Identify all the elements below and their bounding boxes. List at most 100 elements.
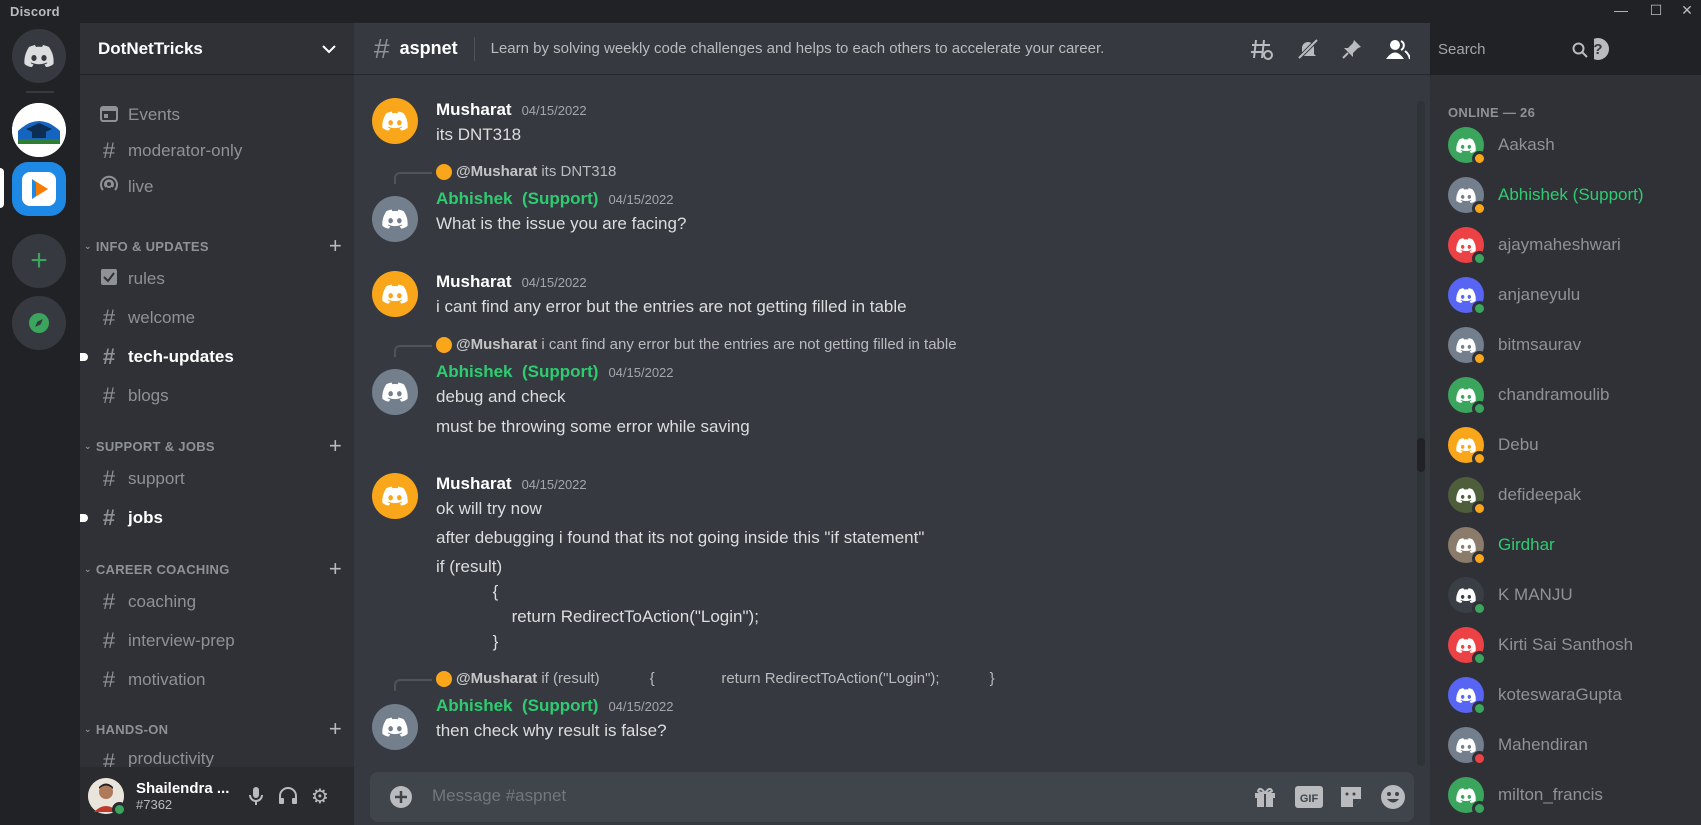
deafen-button[interactable] <box>272 780 304 812</box>
category-support-jobs[interactable]: ⌄ SUPPORT & JOBS + <box>84 433 346 459</box>
member-item[interactable]: ajaymaheshwari <box>1448 225 1688 266</box>
notification-settings-button[interactable] <box>1294 35 1322 63</box>
explore-servers-button[interactable] <box>12 296 66 350</box>
channel-topic[interactable]: Learn by solving weekly code challenges … <box>491 40 1105 57</box>
author-name[interactable]: Musharat <box>436 100 512 119</box>
close-icon[interactable]: ✕ <box>1674 2 1700 19</box>
channel-coaching[interactable]: # coaching <box>88 585 346 619</box>
add-channel-icon[interactable]: + <box>329 233 342 259</box>
message-input[interactable]: Message #aspnet <box>432 786 566 806</box>
channel-events[interactable]: Events <box>88 98 346 132</box>
message-author[interactable]: Musharat 04/15/2022 <box>436 474 587 494</box>
category-info-updates[interactable]: ⌄ INFO & UPDATES + <box>84 233 346 259</box>
member-item[interactable]: Kirti Sai Santhosh <box>1448 625 1688 666</box>
avatar[interactable] <box>372 271 418 317</box>
member-item[interactable]: bitmsaurav <box>1448 325 1688 366</box>
gif-button[interactable]: GIF <box>1294 782 1324 812</box>
channel-motivation[interactable]: # motivation <box>88 663 346 697</box>
author-name[interactable]: Abhishek (Support) <box>436 696 598 715</box>
channel-jobs[interactable]: # jobs <box>80 501 346 535</box>
avatar[interactable] <box>372 704 418 750</box>
member-list-button[interactable] <box>1384 35 1412 63</box>
author-name[interactable]: Abhishek (Support) <box>436 189 598 208</box>
message-list: Musharat 04/15/2022 its DNT318 @Musharat i… <box>354 76 1430 771</box>
reply-spine <box>394 679 432 691</box>
home-button[interactable] <box>12 29 66 83</box>
discord-logo-icon <box>1456 587 1476 603</box>
author-name[interactable]: Abhishek (Support) <box>436 362 598 381</box>
idle-status-icon <box>1472 551 1487 566</box>
maximize-icon[interactable]: ☐ <box>1643 2 1669 19</box>
idle-status-icon <box>1472 451 1487 466</box>
message-author[interactable]: Abhishek (Support) 04/15/2022 <box>436 696 674 716</box>
author-name[interactable]: Musharat <box>436 474 512 493</box>
search-input[interactable]: Search <box>1430 36 1594 64</box>
hash-icon: # <box>102 628 116 653</box>
avatar[interactable] <box>372 98 418 144</box>
chat-scrollbar[interactable] <box>1417 101 1425 766</box>
member-item[interactable]: Girdhar <box>1448 525 1688 566</box>
sticker-button[interactable] <box>1336 782 1366 812</box>
message-author[interactable]: Abhishek (Support) 04/15/2022 <box>436 189 674 209</box>
headphones-icon <box>279 787 297 804</box>
channel-support[interactable]: # support <box>88 462 346 496</box>
member-item[interactable]: Aakash <box>1448 125 1688 166</box>
category-career-coaching[interactable]: ⌄ CAREER COACHING + <box>84 556 346 582</box>
member-item[interactable]: K MANJU <box>1448 575 1688 616</box>
guild-header[interactable]: DotNetTricks <box>80 23 354 75</box>
member-item[interactable]: koteswaraGupta <box>1448 675 1688 716</box>
channel-moderator-only[interactable]: # moderator-only <box>88 134 346 168</box>
message-author[interactable]: Abhishek (Support) 04/15/2022 <box>436 362 674 382</box>
member-item[interactable]: defideepak <box>1448 475 1688 516</box>
emoji-icon <box>1381 785 1405 809</box>
member-item[interactable]: Mahendiran <box>1448 725 1688 766</box>
avatar[interactable] <box>372 196 418 242</box>
channel-productivity[interactable]: # productivity <box>88 745 346 767</box>
channel-rules[interactable]: rules <box>88 262 346 296</box>
member-item[interactable]: Abhishek (Support) <box>1448 175 1688 216</box>
reply-author: @Musharat <box>456 336 538 353</box>
member-item[interactable]: chandramoulib <box>1448 375 1688 416</box>
threads-button[interactable] <box>1248 35 1276 63</box>
emoji-button[interactable] <box>1378 782 1408 812</box>
channel-live[interactable]: live <box>88 170 346 204</box>
channel-blogs[interactable]: # blogs <box>88 379 346 413</box>
gift-button[interactable] <box>1250 782 1280 812</box>
reply-text: its DNT318 <box>541 163 617 180</box>
reply-preview[interactable]: @Musharat i cant find any error but the e… <box>436 336 957 353</box>
add-channel-icon[interactable]: + <box>329 556 342 582</box>
minimize-icon[interactable]: — <box>1608 2 1634 18</box>
reply-preview[interactable]: @Musharat if (result) { return RedirectTo… <box>436 670 995 687</box>
avatar[interactable] <box>88 778 127 817</box>
server-icon-dotnettricks[interactable] <box>12 162 66 216</box>
add-channel-icon[interactable]: + <box>329 716 342 742</box>
category-hands-on[interactable]: ⌄ HANDS-ON + <box>84 716 346 742</box>
message-text: What is the issue you are facing? <box>436 214 687 233</box>
user-name: Shailendra ... <box>136 780 230 797</box>
member-item[interactable]: anjaneyulu <box>1448 275 1688 316</box>
author-name[interactable]: Musharat <box>436 272 512 291</box>
member-item[interactable]: Debu <box>1448 425 1688 466</box>
user-settings-button[interactable]: ⚙ <box>304 780 336 812</box>
message-author[interactable]: Musharat 04/15/2022 <box>436 272 587 292</box>
mute-button[interactable] <box>240 780 272 812</box>
channel-welcome[interactable]: # welcome <box>88 301 346 335</box>
member-item[interactable]: milton_francis <box>1448 775 1688 816</box>
pinned-messages-button[interactable] <box>1338 35 1366 63</box>
message-composer[interactable]: Message #aspnet GIF <box>370 772 1414 822</box>
members-icon <box>1386 40 1410 60</box>
avatar[interactable] <box>372 473 418 519</box>
hash-icon: # <box>102 383 116 408</box>
reply-preview[interactable]: @Musharat its DNT318 <box>436 163 616 180</box>
add-channel-icon[interactable]: + <box>329 433 342 459</box>
add-server-button[interactable]: + <box>12 234 66 288</box>
channel-interview-prep[interactable]: # interview-prep <box>88 624 346 658</box>
server-icon-graduation[interactable] <box>12 103 66 157</box>
server-list: + <box>0 23 80 825</box>
channel-tech-updates[interactable]: # tech-updates <box>80 340 346 374</box>
message-author[interactable]: Musharat 04/15/2022 <box>436 100 587 120</box>
avatar[interactable] <box>372 369 418 415</box>
category-label: CAREER COACHING <box>95 561 230 577</box>
scrollbar-thumb[interactable] <box>1417 438 1425 472</box>
upload-button[interactable] <box>386 782 416 812</box>
